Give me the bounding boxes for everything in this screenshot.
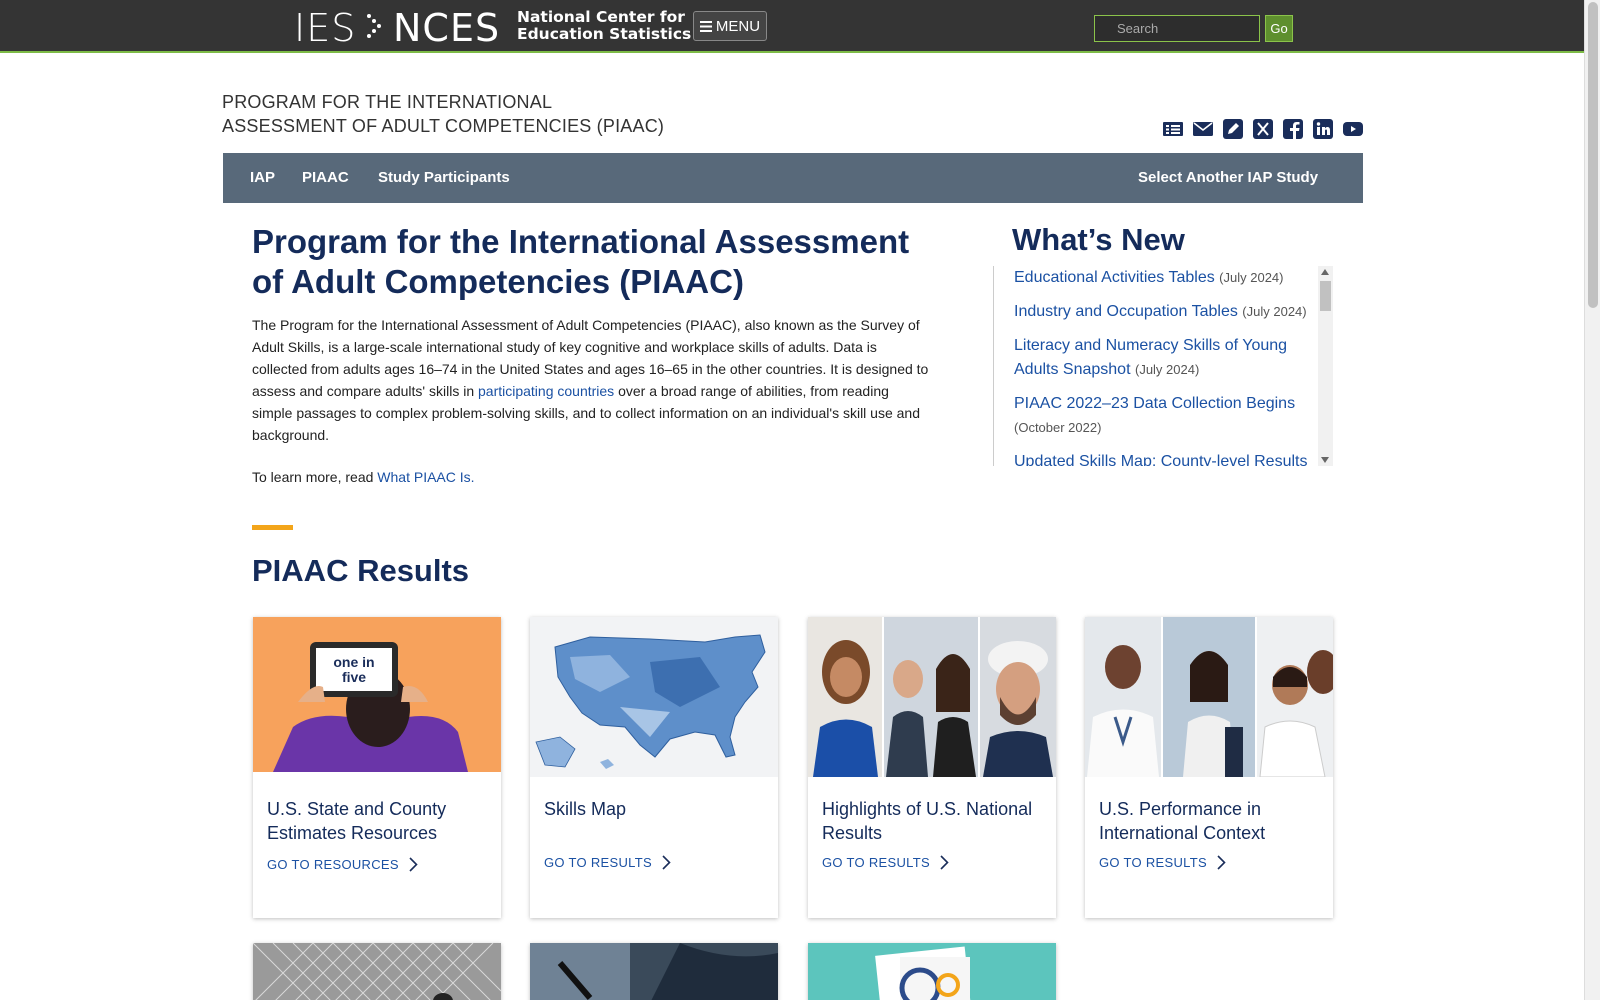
newsletter-icon[interactable] bbox=[1163, 119, 1183, 139]
card-link[interactable]: GO TO RESULTS bbox=[1099, 855, 1226, 870]
card-image-professionals bbox=[1085, 617, 1333, 777]
nav-item-study-participants[interactable]: Study Participants bbox=[378, 169, 510, 186]
logo-ies[interactable]: IES bbox=[294, 6, 356, 50]
card-image-people bbox=[808, 617, 1056, 777]
whats-new-list: Educational Activities Tables (July 2024… bbox=[993, 266, 1333, 466]
what-piaac-is-link[interactable]: What PIAAC Is. bbox=[377, 469, 474, 485]
hamburger-icon bbox=[699, 20, 712, 32]
tablet-text-line2: five bbox=[342, 669, 366, 685]
section-accent-line bbox=[252, 525, 293, 530]
learn-more-text: To learn more, read What PIAAC Is. bbox=[252, 469, 475, 485]
card-link[interactable]: GO TO RESULTS bbox=[544, 855, 671, 870]
whats-new-scrollbar-thumb[interactable] bbox=[1320, 281, 1331, 311]
card-title[interactable]: Highlights of U.S. National Results bbox=[822, 797, 1042, 845]
card-title[interactable]: U.S. Performance in International Contex… bbox=[1099, 797, 1319, 845]
card-image-fence bbox=[253, 943, 501, 1000]
site-header: IES NCES National Center for Education S… bbox=[0, 0, 1584, 53]
chevron-right-icon bbox=[940, 855, 949, 870]
linkedin-icon[interactable] bbox=[1313, 119, 1333, 139]
card-link[interactable]: GO TO RESOURCES bbox=[267, 857, 418, 872]
nav-item-piaac[interactable]: PIAAC bbox=[302, 169, 349, 186]
whats-new-item[interactable]: Updated Skills Map: County-level Results bbox=[1014, 450, 1314, 466]
result-card-international-context[interactable]: U.S. Performance in International Contex… bbox=[1085, 617, 1333, 918]
social-icons bbox=[1163, 119, 1363, 139]
result-card-national-highlights[interactable]: Highlights of U.S. National Results GO T… bbox=[808, 617, 1056, 918]
card-title[interactable]: U.S. State and County Estimates Resource… bbox=[267, 797, 487, 845]
card-title[interactable]: Skills Map bbox=[544, 797, 764, 821]
card-image-tablet: one in five bbox=[253, 617, 501, 777]
blog-icon[interactable] bbox=[1223, 119, 1243, 139]
participating-countries-link[interactable]: participating countries bbox=[478, 383, 614, 399]
program-title: PROGRAM FOR THE INTERNATIONAL ASSESSMENT… bbox=[222, 92, 665, 136]
scroll-down-icon[interactable] bbox=[1321, 457, 1329, 463]
card-link[interactable]: GO TO RESULTS bbox=[822, 855, 949, 870]
search-go-button[interactable]: Go bbox=[1265, 15, 1293, 42]
x-twitter-icon[interactable] bbox=[1253, 119, 1273, 139]
result-card-row2-2[interactable] bbox=[530, 943, 778, 1000]
nav-item-select-study[interactable]: Select Another IAP Study bbox=[1138, 169, 1318, 186]
whats-new-item[interactable]: Industry and Occupation Tables (July 202… bbox=[1014, 300, 1314, 324]
card-image-us-map bbox=[530, 617, 778, 777]
chevron-right-icon bbox=[662, 855, 671, 870]
menu-button[interactable]: MENU bbox=[693, 11, 767, 41]
study-nav-bar: IAP PIAAC Study Participants Select Anot… bbox=[223, 153, 1363, 203]
logo-nces[interactable]: NCES bbox=[393, 6, 500, 50]
search-input[interactable] bbox=[1094, 15, 1260, 42]
logo-full-name[interactable]: National Center for Education Statistics bbox=[517, 9, 691, 43]
tablet-text-line1: one in bbox=[333, 654, 374, 670]
scroll-up-icon[interactable] bbox=[1321, 269, 1329, 275]
card-image-reports bbox=[808, 943, 1056, 1000]
whats-new-item[interactable]: PIAAC 2022–23 Data Collection Begins (Oc… bbox=[1014, 392, 1314, 440]
result-card-skills-map[interactable]: Skills Map GO TO RESULTS bbox=[530, 617, 778, 918]
chevron-right-icon bbox=[409, 857, 418, 872]
nav-item-iap[interactable]: IAP bbox=[250, 169, 275, 186]
whats-new-item[interactable]: Educational Activities Tables (July 2024… bbox=[1014, 266, 1314, 290]
whats-new-title: What’s New bbox=[1012, 222, 1185, 257]
page-scrollbar[interactable] bbox=[1584, 0, 1600, 1000]
email-icon[interactable] bbox=[1193, 119, 1213, 139]
page-scrollbar-thumb[interactable] bbox=[1588, 2, 1598, 308]
card-image-person-writing bbox=[530, 943, 778, 1000]
intro-paragraph: The Program for the International Assess… bbox=[252, 317, 929, 443]
logo-dots-icon bbox=[367, 14, 381, 38]
youtube-icon[interactable] bbox=[1343, 119, 1363, 139]
result-card-row2-3[interactable] bbox=[808, 943, 1056, 1000]
page-title: Program for the International Assessment… bbox=[252, 223, 910, 300]
result-card-row2-1[interactable] bbox=[253, 943, 501, 1000]
whats-new-item[interactable]: Literacy and Numeracy Skills of Young Ad… bbox=[1014, 334, 1314, 382]
results-title: PIAAC Results bbox=[252, 553, 470, 588]
chevron-right-icon bbox=[1217, 855, 1226, 870]
whats-new-scrollbar[interactable] bbox=[1318, 266, 1333, 466]
result-card-state-county[interactable]: one in five U.S. State and County Estima… bbox=[253, 617, 501, 918]
facebook-icon[interactable] bbox=[1283, 119, 1303, 139]
